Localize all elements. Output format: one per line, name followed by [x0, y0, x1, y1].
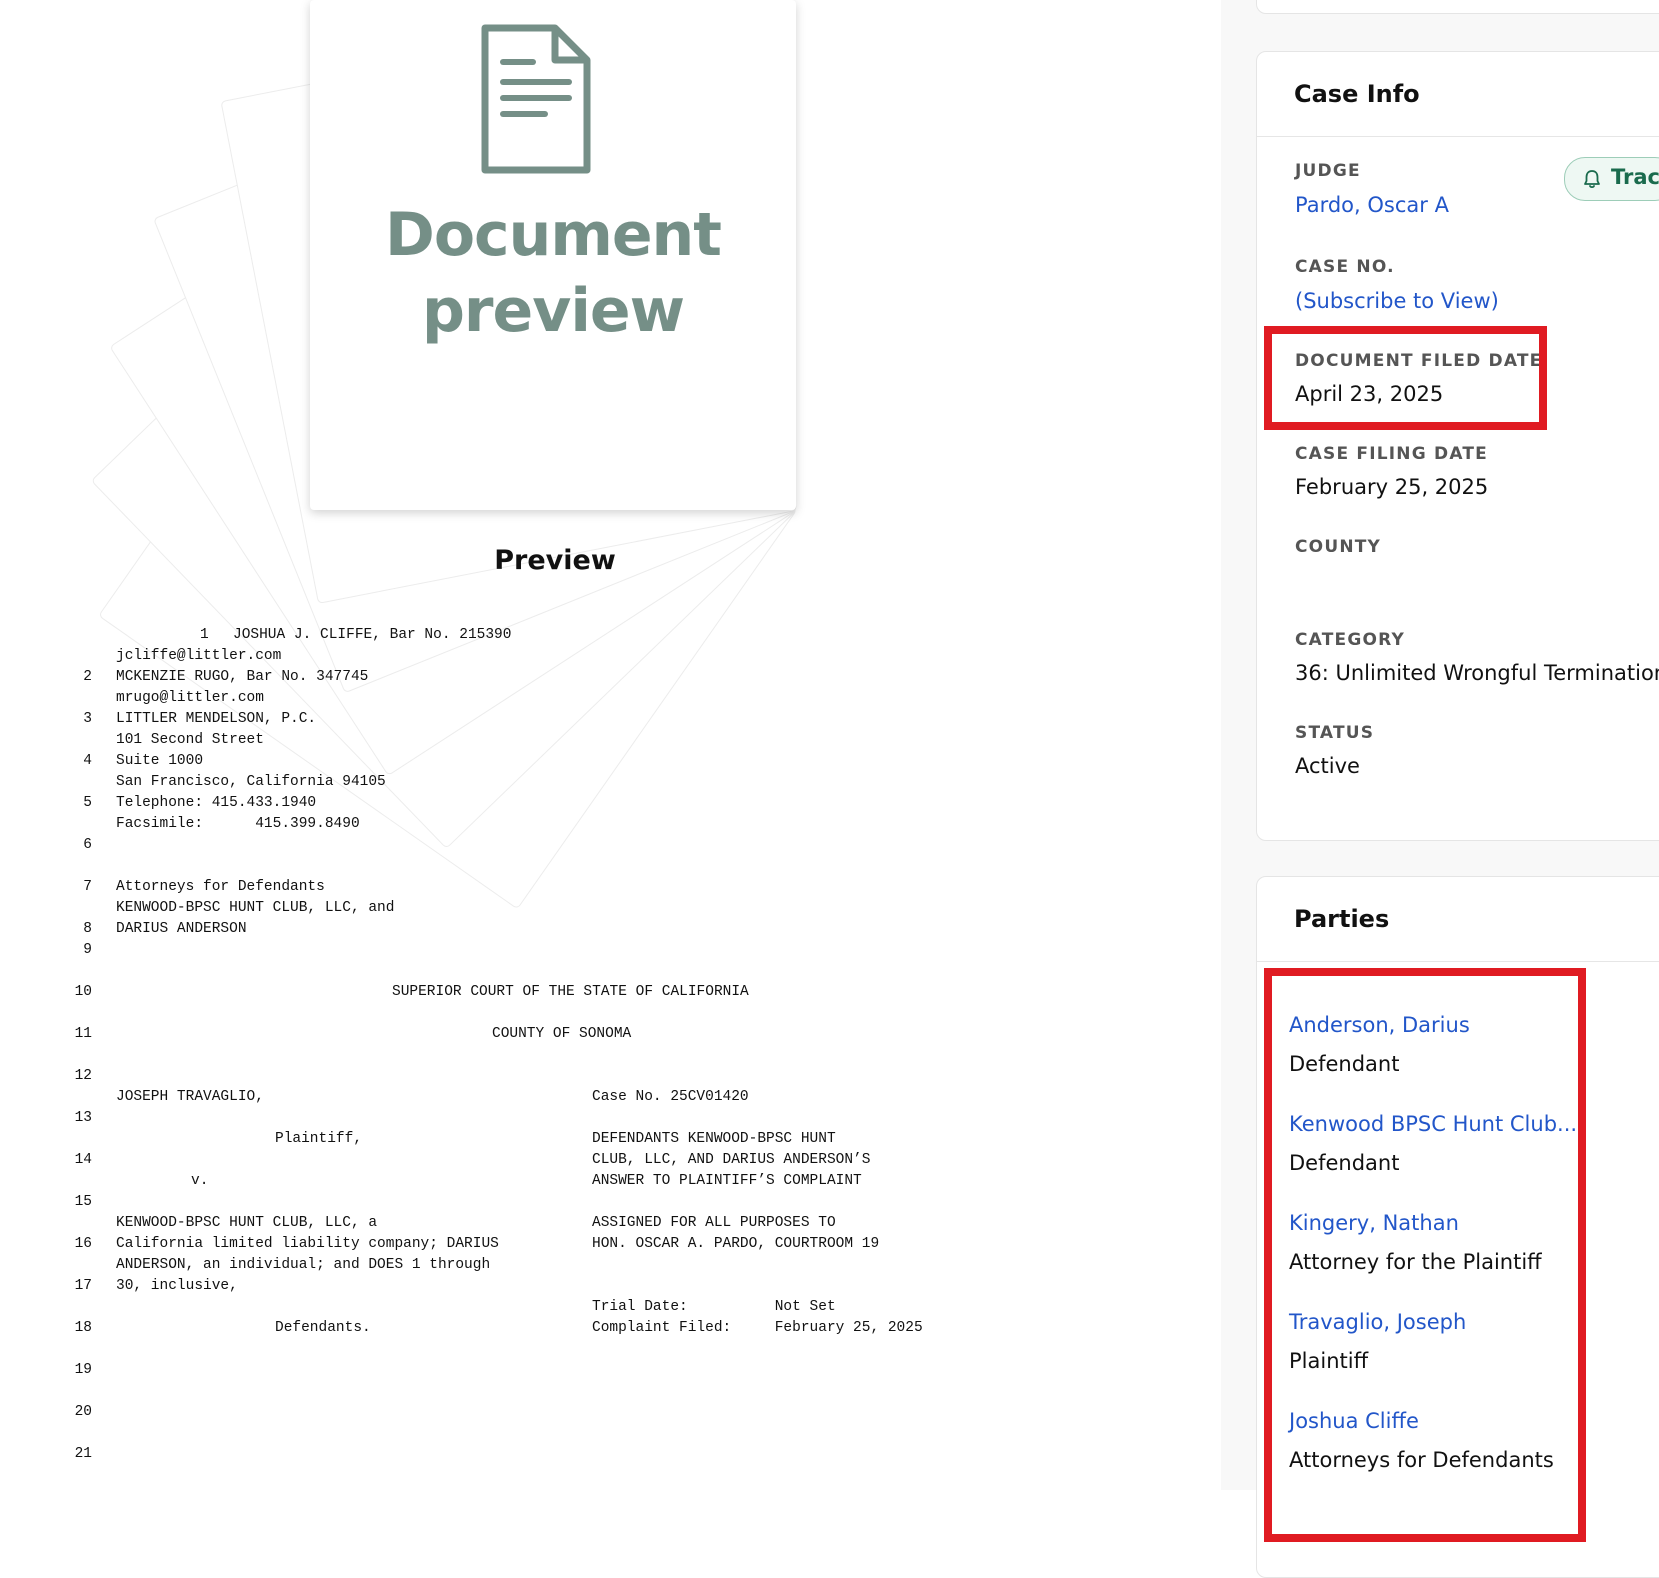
- doc-line: San Francisco, California 94105: [116, 774, 386, 790]
- line-number: 12: [74, 1068, 92, 1084]
- parties-title: Parties: [1294, 905, 1390, 933]
- doc-line: SUPERIOR COURT OF THE STATE OF CALIFORNI…: [392, 984, 749, 1000]
- line-number: 15: [74, 1194, 92, 1210]
- divider: [1257, 961, 1659, 962]
- line-number: 20: [74, 1404, 92, 1420]
- doc-line: jcliffe@littler.com: [116, 648, 282, 664]
- line-number: 10: [74, 984, 92, 1000]
- doc-line: HON. OSCAR A. PARDO, COURTROOM 19: [592, 1236, 880, 1252]
- line-number: 11: [74, 1026, 92, 1042]
- line-number: 7: [83, 879, 92, 895]
- line-number: 6: [83, 837, 92, 853]
- county-label: COUNTY: [1295, 537, 1382, 557]
- line-number: 14: [74, 1152, 92, 1168]
- highlight-document-filed-date: [1264, 326, 1547, 430]
- track-button-label: Trac: [1611, 165, 1659, 189]
- bell-icon: [1584, 170, 1600, 189]
- doc-line: ANDERSON, an individual; and DOES 1 thro…: [116, 1257, 491, 1273]
- doc-line: MCKENZIE RUGO, Bar No. 347745: [116, 669, 369, 685]
- doc-line: Attorneys for Defendants: [116, 879, 325, 895]
- subscribe-to-view-link[interactable]: (Subscribe to View): [1295, 289, 1499, 313]
- doc-line: Complaint Filed: February 25, 2025: [592, 1320, 923, 1336]
- line-number: 16: [74, 1236, 92, 1252]
- judge-label: JUDGE: [1295, 161, 1361, 181]
- doc-line: DEFENDANTS KENWOOD-BPSC HUNT: [592, 1131, 836, 1147]
- preview-card-line1: Document: [385, 200, 722, 270]
- line-number: 21: [74, 1446, 92, 1462]
- doc-line: KENWOOD-BPSC HUNT CLUB, LLC, and: [116, 900, 395, 916]
- doc-line: Telephone: 415.433.1940: [116, 795, 317, 811]
- line-number: 8: [83, 921, 92, 937]
- doc-line: Defendants.: [275, 1320, 371, 1336]
- document-icon: [481, 24, 591, 174]
- doc-line: v.: [191, 1173, 209, 1189]
- line-number: 18: [74, 1320, 92, 1336]
- doc-line: California limited liability company; DA…: [116, 1236, 499, 1252]
- case-info-title: Case Info: [1294, 80, 1420, 108]
- document-preview-area: Document preview Preview 1 JOSHUA J. CLI…: [0, 0, 1221, 1542]
- case-no-label: CASE NO.: [1295, 257, 1395, 277]
- line-number: 9: [83, 942, 92, 958]
- doc-line: Suite 1000: [116, 753, 204, 769]
- status-value: Active: [1295, 754, 1360, 778]
- line-number: 17: [74, 1278, 92, 1294]
- category-value: 36: Unlimited Wrongful Termination: [1295, 661, 1659, 685]
- doc-line: JOSEPH TRAVAGLIO,: [116, 1089, 264, 1105]
- line-number: 2: [83, 669, 92, 685]
- judge-link[interactable]: Pardo, Oscar A: [1295, 193, 1449, 217]
- line-number: 4: [83, 753, 92, 769]
- doc-line: KENWOOD-BPSC HUNT CLUB, LLC, a: [116, 1215, 378, 1231]
- line-number: 19: [74, 1362, 92, 1378]
- status-label: STATUS: [1295, 723, 1375, 743]
- doc-line: ANSWER TO PLAINTIFF’S COMPLAINT: [592, 1173, 862, 1189]
- doc-line: Facsimile: 415.399.8490: [116, 816, 360, 832]
- case-filing-date-label: CASE FILING DATE: [1295, 444, 1488, 464]
- doc-line: COUNTY OF SONOMA: [492, 1026, 632, 1042]
- track-button[interactable]: Trac: [1564, 157, 1659, 201]
- divider: [1257, 136, 1659, 137]
- line-number: 1: [200, 627, 209, 643]
- doc-line: 101 Second Street: [116, 732, 264, 748]
- preview-heading: Preview: [494, 545, 616, 576]
- doc-line: 30, inclusive,: [116, 1278, 238, 1294]
- category-label: CATEGORY: [1295, 630, 1405, 650]
- doc-line: mrugo@littler.com: [116, 690, 264, 706]
- line-number: 3: [83, 711, 92, 727]
- preview-card[interactable]: Document preview: [310, 0, 796, 510]
- doc-line: DARIUS ANDERSON: [116, 921, 247, 937]
- doc-line: Trial Date: Not Set: [592, 1299, 836, 1315]
- doc-line: Case No. 25CV01420: [592, 1089, 749, 1105]
- doc-line: CLUB, LLC, AND DARIUS ANDERSON’S: [592, 1152, 871, 1168]
- doc-line: Plaintiff,: [275, 1131, 363, 1147]
- preview-card-line2: preview: [421, 276, 685, 346]
- doc-line: LITTLER MENDELSON, P.C.: [116, 711, 317, 727]
- preview-card-stack: Document preview: [0, 0, 1100, 909]
- doc-line: JOSHUA J. CLIFFE, Bar No. 215390: [233, 627, 512, 643]
- line-number: 5: [83, 795, 92, 811]
- highlight-parties-list: [1264, 968, 1586, 1542]
- top-panel-edge: [1256, 0, 1659, 14]
- doc-line: ASSIGNED FOR ALL PURPOSES TO: [592, 1215, 836, 1231]
- line-number: 13: [74, 1110, 92, 1126]
- case-filing-date-value: February 25, 2025: [1295, 475, 1489, 499]
